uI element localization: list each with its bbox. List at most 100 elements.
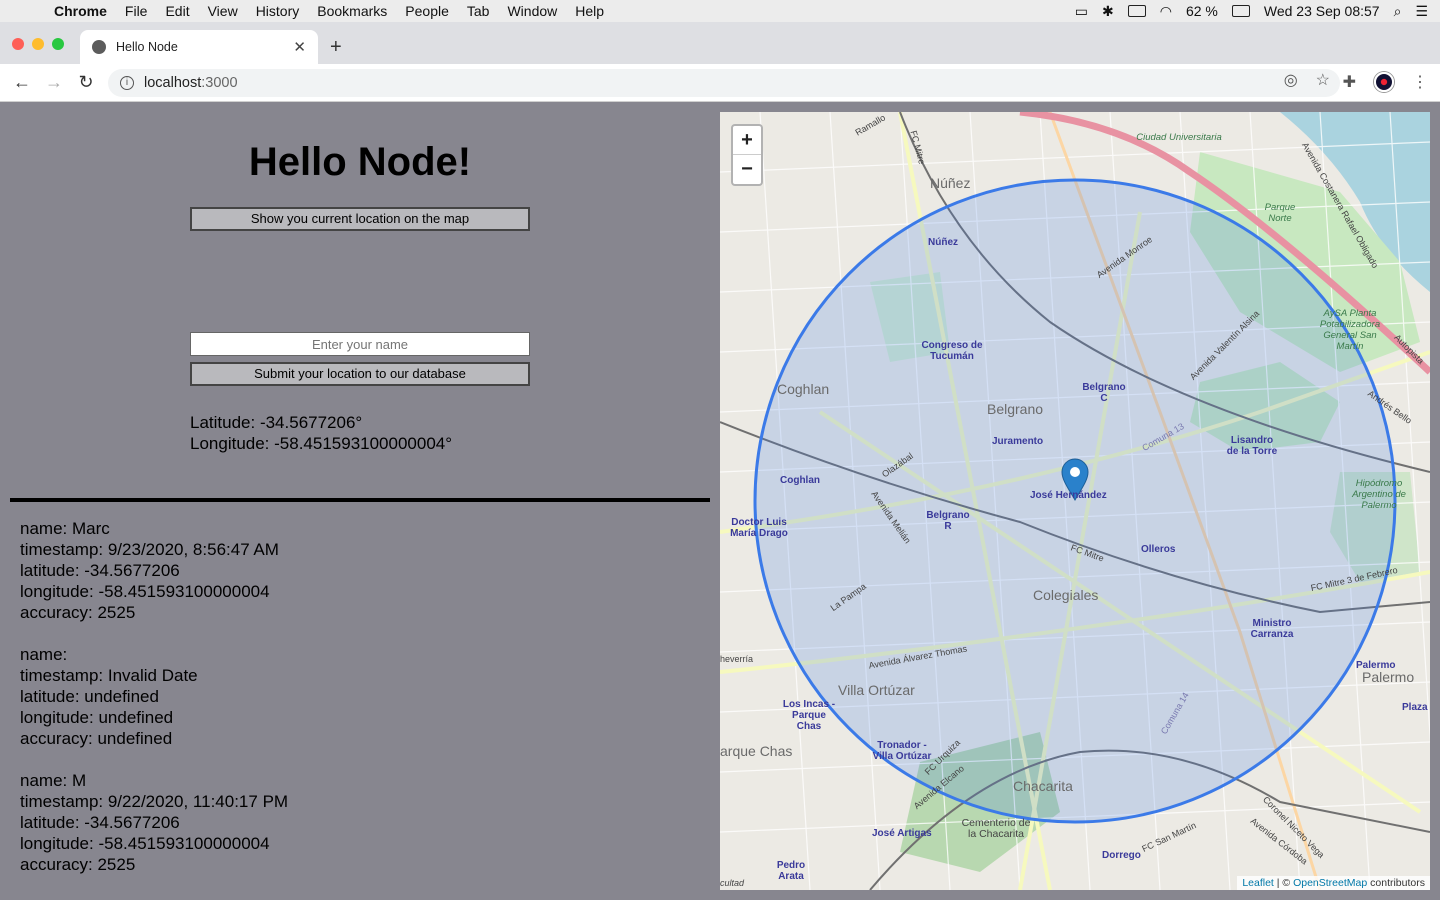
globe-icon bbox=[92, 40, 106, 54]
menubar-clock[interactable]: Wed 23 Sep 08:57 bbox=[1264, 3, 1380, 19]
zoom-window-button[interactable] bbox=[52, 38, 64, 50]
bookmark-star-icon[interactable]: ☆ bbox=[1316, 70, 1330, 90]
submit-location-button[interactable]: Submit your location to our database bbox=[190, 362, 530, 386]
map-label: Olleros bbox=[1141, 544, 1176, 555]
openstreetmap-link[interactable]: OpenStreetMap bbox=[1293, 877, 1367, 889]
control-center-icon[interactable]: ☰ bbox=[1415, 3, 1428, 20]
browser-tab-active[interactable]: Hello Node ✕ bbox=[80, 30, 318, 64]
battery-icon[interactable] bbox=[1231, 5, 1250, 17]
site-info-icon[interactable]: i bbox=[120, 76, 134, 90]
map-label: Cementerio de la Chacarita bbox=[961, 817, 1031, 840]
record-longitude: longitude: undefined bbox=[20, 708, 174, 727]
record-longitude: longitude: -58.451593100000004 bbox=[20, 582, 270, 601]
menubar-status-area: ▭ ✱ ◠ 62 % Wed 23 Sep 08:57 ⌕ ☰ bbox=[1075, 0, 1428, 22]
wifi-icon[interactable]: ◠ bbox=[1160, 3, 1172, 20]
page-heading: Hello Node! bbox=[248, 140, 472, 184]
map-label: Tronador - Villa Ortúzar bbox=[872, 740, 932, 762]
menu-history[interactable]: History bbox=[256, 3, 300, 19]
map-attribution: Leaflet | © OpenStreetMap contributors bbox=[1237, 876, 1430, 890]
record-name: name: M bbox=[20, 771, 87, 790]
airplay-icon[interactable]: ▭ bbox=[1075, 3, 1088, 20]
record-accuracy: accuracy: undefined bbox=[20, 729, 173, 748]
map-label: AySA Planta Potabilizadora General San M… bbox=[1319, 308, 1381, 352]
name-input[interactable] bbox=[190, 332, 530, 356]
omnibox-actions: ◎ ☆ bbox=[1284, 70, 1330, 90]
record-item: name: Marc timestamp: 9/23/2020, 8:56:47… bbox=[20, 518, 288, 623]
map-label: Núñez bbox=[930, 175, 971, 191]
map-zoom-control: + − bbox=[731, 124, 763, 186]
left-panel: Hello Node! Show you current location on… bbox=[0, 102, 720, 900]
zoom-in-button[interactable]: + bbox=[733, 126, 761, 155]
extensions-puzzle-icon[interactable]: ✚ bbox=[1343, 72, 1356, 92]
menu-help[interactable]: Help bbox=[575, 3, 604, 19]
minimize-window-button[interactable] bbox=[32, 38, 44, 50]
toolbar-right: ✚ ⋮ bbox=[1343, 72, 1428, 92]
coordinates-display: Latitude: -34.5677206° Longitude: -58.45… bbox=[190, 412, 452, 454]
spotlight-search-icon[interactable]: ⌕ bbox=[1394, 3, 1402, 20]
forward-arrow-icon[interactable]: → bbox=[38, 72, 70, 93]
longitude-text: Longitude: -58.451593100000004° bbox=[190, 434, 453, 453]
menu-window[interactable]: Window bbox=[507, 3, 557, 19]
tab-title: Hello Node bbox=[116, 40, 178, 54]
map-label: Plaza bbox=[1402, 702, 1428, 713]
map-label: Hipódromo Argentino de Palermo bbox=[1352, 478, 1406, 511]
map-label: Núñez bbox=[928, 237, 958, 248]
map-label: José Hernández bbox=[1030, 490, 1107, 501]
record-latitude: latitude: -34.5677206 bbox=[20, 813, 180, 832]
map-label: Congreso de Tucumán bbox=[921, 340, 983, 362]
record-name: name: bbox=[20, 645, 68, 664]
map-label: Belgrano C bbox=[1082, 382, 1126, 404]
record-name: name: Marc bbox=[20, 519, 110, 538]
show-location-button[interactable]: Show you current location on the map bbox=[190, 207, 530, 231]
back-arrow-icon[interactable]: ← bbox=[6, 72, 38, 93]
chrome-menu-icon[interactable]: ⋮ bbox=[1412, 72, 1428, 92]
url-port: :3000 bbox=[201, 75, 238, 91]
map-label: Ciudad Universitaria bbox=[1136, 132, 1222, 143]
window-controls bbox=[12, 38, 64, 50]
menu-app-chrome[interactable]: Chrome bbox=[54, 3, 107, 19]
menu-view[interactable]: View bbox=[208, 3, 238, 19]
record-item: name: M timestamp: 9/22/2020, 11:40:17 P… bbox=[20, 770, 288, 875]
record-latitude: latitude: -34.5677206 bbox=[20, 561, 180, 580]
page-viewport: Hello Node! Show you current location on… bbox=[0, 102, 1440, 900]
record-latitude: latitude: undefined bbox=[20, 687, 159, 706]
record-longitude: longitude: -58.451593100000004 bbox=[20, 834, 270, 853]
menu-edit[interactable]: Edit bbox=[165, 3, 189, 19]
record-timestamp: timestamp: Invalid Date bbox=[20, 666, 198, 685]
reload-icon[interactable]: ↻ bbox=[70, 72, 102, 93]
bluetooth-icon[interactable]: ✱ bbox=[1102, 3, 1114, 20]
browser-tabstrip: Hello Node ✕ + bbox=[0, 22, 1440, 64]
record-item: name: timestamp: Invalid Date latitude: … bbox=[20, 644, 288, 749]
location-target-icon[interactable]: ◎ bbox=[1284, 70, 1298, 90]
leaflet-map[interactable]: Núñez Núñez Coghlan Coghlan Belgrano Jur… bbox=[720, 112, 1430, 890]
map-label: Doctor Luis María Drago bbox=[730, 517, 788, 539]
map-label: Coghlan bbox=[780, 475, 820, 486]
close-window-button[interactable] bbox=[12, 38, 24, 50]
map-label: Dorrego bbox=[1102, 850, 1141, 861]
new-tab-button[interactable]: + bbox=[330, 36, 342, 59]
battery-percent: 62 % bbox=[1185, 3, 1218, 19]
map-label: Lisandro de la Torre bbox=[1226, 435, 1278, 457]
keyboard-icon[interactable] bbox=[1127, 5, 1146, 17]
tab-close-icon[interactable]: ✕ bbox=[293, 38, 306, 56]
section-divider bbox=[10, 498, 710, 502]
url-host: localhost bbox=[144, 75, 202, 91]
map-label: arque Chas bbox=[720, 743, 793, 759]
map-label: Parque Norte bbox=[1264, 202, 1296, 224]
map-label: Los Incas - Parque Chas bbox=[782, 699, 836, 732]
latitude-text: Latitude: -34.5677206° bbox=[190, 413, 363, 432]
menu-people[interactable]: People bbox=[405, 3, 449, 19]
map-label: Coghlan bbox=[777, 381, 830, 397]
attribution-separator: | © bbox=[1273, 877, 1294, 889]
menu-file[interactable]: File bbox=[125, 3, 148, 19]
menu-bookmarks[interactable]: Bookmarks bbox=[317, 3, 387, 19]
menu-tab[interactable]: Tab bbox=[467, 3, 490, 19]
map-tiles bbox=[720, 112, 1430, 890]
profile-avatar[interactable] bbox=[1374, 72, 1394, 92]
map-label: Chacarita bbox=[1013, 778, 1073, 794]
zoom-out-button[interactable]: − bbox=[733, 155, 761, 184]
map-label: Villa Ortúzar bbox=[838, 682, 915, 698]
map-label: heverría bbox=[720, 654, 754, 664]
leaflet-link[interactable]: Leaflet bbox=[1242, 877, 1274, 889]
address-bar[interactable]: i localhost:3000 bbox=[108, 69, 1340, 97]
